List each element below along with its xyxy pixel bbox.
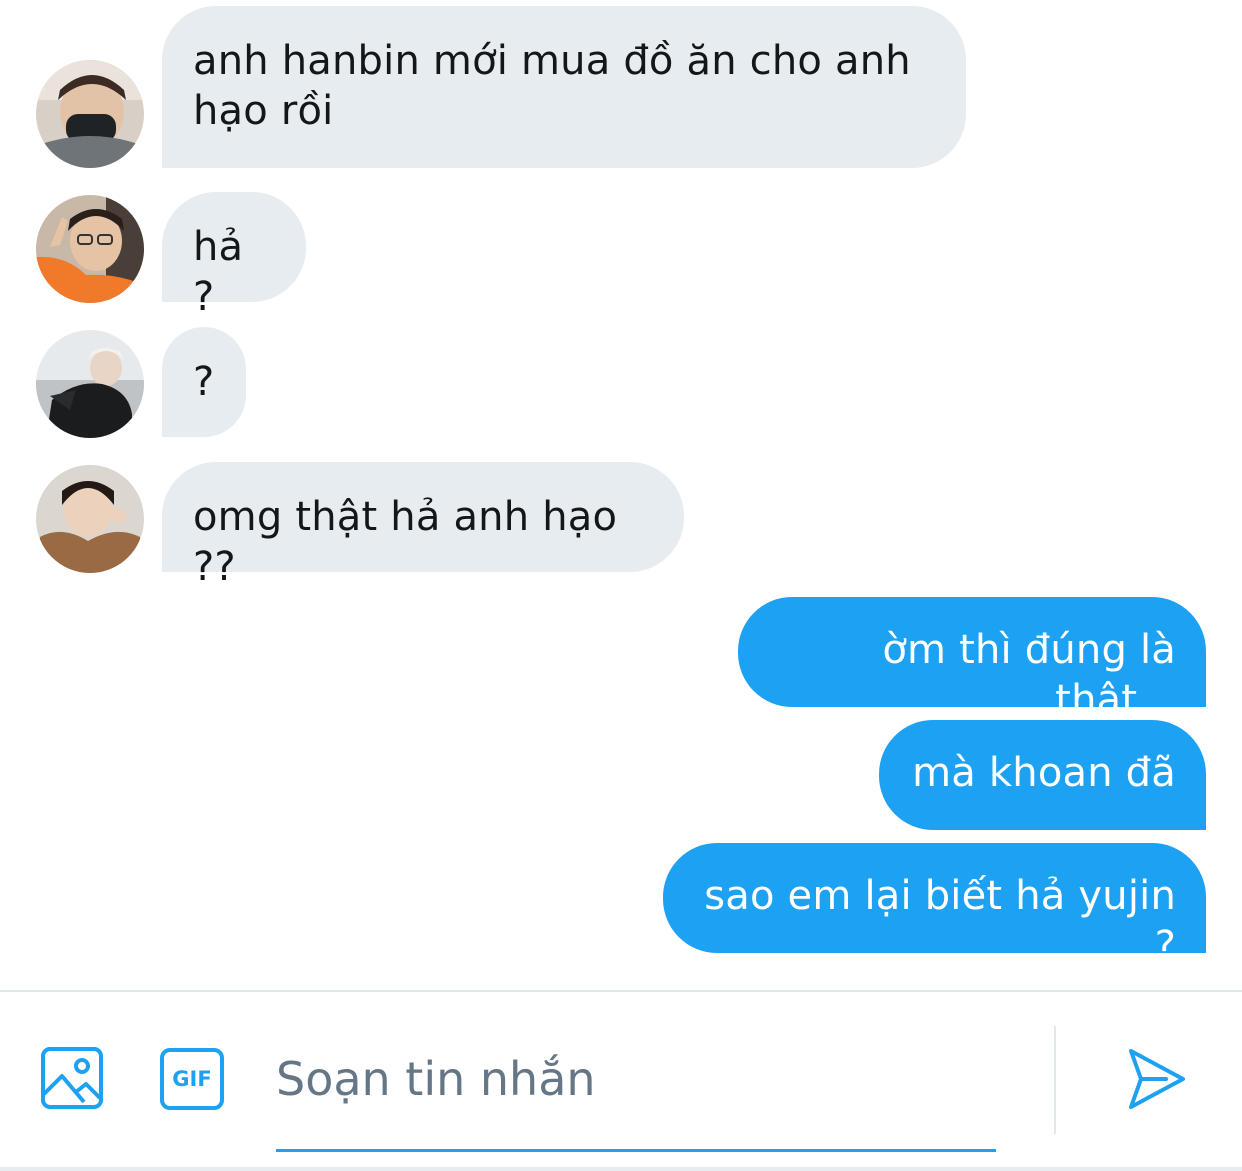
message-text-line: ? xyxy=(193,359,215,405)
send-button[interactable] xyxy=(1126,1046,1188,1116)
gif-label: GIF xyxy=(172,1067,212,1091)
message-text-line: sao em lại biết hả yujin ? xyxy=(704,873,1176,969)
message-bubble-incoming[interactable]: hả ? xyxy=(162,192,306,320)
avatar-person-brown-hoodie-image xyxy=(36,465,144,573)
message-bubble-outgoing[interactable]: sao em lại biết hả yujin ? xyxy=(663,843,1206,969)
message-bubble-outgoing[interactable]: mà khoan đã xyxy=(879,720,1206,830)
add-gif-button[interactable]: GIF xyxy=(160,1048,224,1114)
avatar[interactable] xyxy=(36,330,144,438)
message-thread: anh hanbin mới mua đồ ăn cho anh hạo rồi… xyxy=(0,0,1242,990)
composer-bottom-border xyxy=(0,1167,1242,1171)
message-text-line: mà khoan đã xyxy=(912,750,1176,796)
message-bubble-incoming[interactable]: anh hanbin mới mua đồ ăn cho anh hạo rồi xyxy=(162,6,966,168)
avatar[interactable] xyxy=(36,465,144,573)
avatar[interactable] xyxy=(36,60,144,168)
image-icon xyxy=(41,1047,103,1109)
message-text-line: omg thật hả anh hạo ?? xyxy=(193,494,618,590)
message-bubble-incoming[interactable]: omg thật hả anh hạo ?? xyxy=(162,462,684,590)
message-text-line: hả ? xyxy=(193,224,244,320)
composer-divider xyxy=(1054,1026,1056,1134)
message-text-line: anh hanbin mới mua đồ ăn cho anh xyxy=(193,38,911,84)
avatar[interactable] xyxy=(36,195,144,303)
message-bubble-incoming[interactable]: ? xyxy=(162,327,246,437)
send-icon xyxy=(1129,1049,1185,1109)
message-text-line: hạo rồi xyxy=(193,88,334,134)
add-media-button[interactable] xyxy=(40,1046,104,1114)
avatar-person-dark-jacket-image xyxy=(36,330,144,438)
message-input[interactable] xyxy=(276,1044,996,1114)
avatar-person-face-mask-image xyxy=(36,60,144,168)
message-composer: GIF xyxy=(0,990,1242,1171)
message-text-line: ờm thì đúng là thật... xyxy=(882,627,1176,723)
input-underline xyxy=(276,1149,996,1152)
avatar-person-orange-shirt-image xyxy=(36,195,144,303)
message-bubble-outgoing[interactable]: ờm thì đúng là thật... xyxy=(738,597,1206,723)
message-input-area xyxy=(276,1044,996,1154)
